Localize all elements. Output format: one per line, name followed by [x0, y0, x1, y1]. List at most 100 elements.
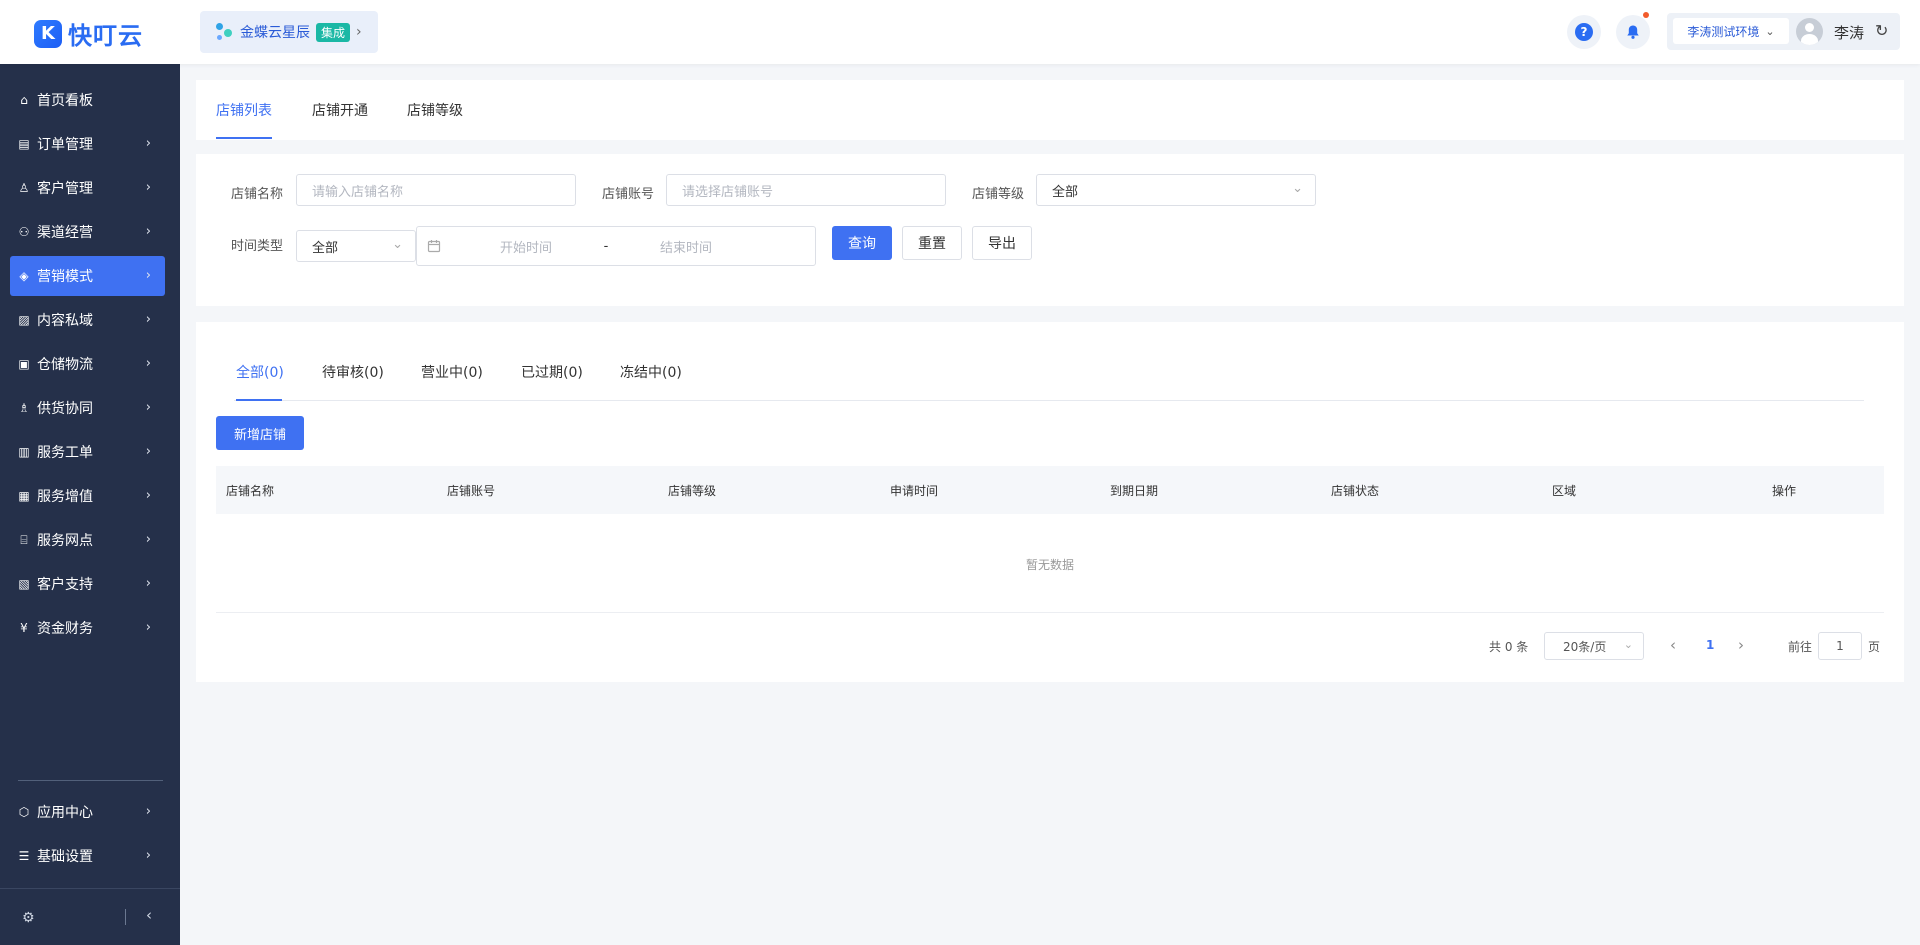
store-level-select[interactable]: 全部 ⌄ [1036, 174, 1316, 206]
status-tab-all[interactable]: 全部(0) [236, 362, 284, 382]
goto-page-input[interactable]: 1 [1818, 632, 1862, 660]
sliders-icon: ☰ [18, 849, 30, 863]
footer-divider [125, 909, 126, 925]
store-account-select[interactable]: 请选择店铺账号 [666, 174, 946, 206]
goto-page-value: 1 [1836, 639, 1844, 653]
sidebar-item[interactable]: ♗ 供货协同 › [10, 388, 165, 428]
total-count: 共 0 条 [1489, 640, 1529, 654]
sidebar-divider [18, 780, 163, 781]
store-icon: ⌸ [20, 532, 28, 547]
calendar-icon [427, 240, 441, 253]
user-icon: ♙ [18, 181, 30, 195]
store-name-placeholder: 请输入店铺名称 [312, 184, 404, 200]
active-status-underline [236, 399, 282, 401]
settings-icon[interactable]: ⚙ [22, 910, 35, 926]
chevron-right-icon: › [145, 400, 151, 415]
environment-select[interactable]: 李涛测试环境 ⌄ [1673, 18, 1789, 44]
page-size-value: 20条/页 [1563, 639, 1607, 654]
time-type-select[interactable]: 全部 ⌄ [296, 230, 416, 262]
sidebar-item[interactable]: ▧ 客户支持 › [10, 564, 165, 604]
collapse-sidebar-icon[interactable]: ‹ [146, 906, 152, 924]
chevron-right-icon: › [145, 180, 151, 195]
sidebar-item[interactable]: ♙ 客户管理 › [10, 168, 165, 208]
column-header: 到期日期 [1110, 484, 1159, 498]
chevron-right-icon: › [145, 224, 151, 239]
sidebar-item[interactable]: ▦ 服务增值 › [10, 476, 165, 516]
chevron-right-icon: › [145, 576, 151, 591]
column-header: 店铺等级 [668, 484, 717, 498]
sidebar-item[interactable]: ▨ 内容私域 › [10, 300, 165, 340]
sidebar-item-label: 服务网点 [37, 533, 93, 549]
current-page-number[interactable]: 1 [1706, 638, 1714, 652]
store-list-panel: 全部(0) 待审核(0) 营业中(0) 已过期(0) 冻结中(0) 新增店铺 店… [196, 322, 1904, 682]
chevron-right-icon: › [145, 532, 151, 547]
sidebar-item[interactable]: ⬡ 应用中心 › [10, 792, 165, 832]
store-name-input[interactable]: 请输入店铺名称 [296, 174, 576, 206]
column-header: 店铺名称 [226, 484, 275, 498]
start-time-input[interactable]: 开始时间 [471, 237, 581, 256]
integration-badge: 集成 [316, 22, 351, 42]
sidebar-item-label: 资金财务 [37, 621, 93, 637]
add-store-button[interactable]: 新增店铺 [216, 416, 304, 450]
prev-page-icon[interactable]: ‹ [1670, 636, 1676, 654]
store-name-label: 店铺名称 [231, 187, 284, 202]
logo-text: 快叮云 [68, 22, 143, 50]
user-name[interactable]: 李涛 [1834, 22, 1864, 43]
sidebar-item-label: 订单管理 [37, 137, 93, 153]
reset-button[interactable]: 重置 [902, 226, 962, 260]
refresh-icon[interactable]: ↻ [1875, 21, 1888, 40]
query-button[interactable]: 查询 [832, 226, 892, 260]
question-icon: ? [1575, 23, 1593, 41]
sidebar-item[interactable]: ▥ 服务工单 › [10, 432, 165, 472]
sidebar-item[interactable]: ◈ 营销模式 › [10, 256, 165, 296]
sidebar-item-label: 首页看板 [37, 93, 93, 109]
export-button[interactable]: 导出 [972, 226, 1032, 260]
logo[interactable]: K 快叮云 [34, 16, 143, 51]
page-size-select[interactable]: 20条/页 ⌄ [1544, 632, 1644, 660]
sidebar-item-label: 内容私域 [37, 313, 93, 329]
sidebar-item[interactable]: ⚇ 渠道经营 › [10, 212, 165, 252]
sidebar-item-label: 供货协同 [37, 401, 93, 417]
chevron-right-icon: › [145, 356, 151, 371]
chevron-right-icon: › [145, 848, 151, 863]
sidebar-item[interactable]: ☰ 基础设置 › [10, 836, 165, 876]
end-time-input[interactable]: 结束时间 [631, 237, 741, 256]
help-button[interactable]: ? [1567, 15, 1601, 49]
sidebar-item-label: 应用中心 [37, 805, 93, 821]
sidebar-item[interactable]: ¥ 资金财务 › [10, 608, 165, 648]
status-tab-open[interactable]: 营业中(0) [421, 362, 483, 382]
tab-store-level[interactable]: 店铺等级 [407, 100, 463, 120]
sidebar-item[interactable]: ▣ 仓储物流 › [10, 344, 165, 384]
chevron-right-icon: › [145, 804, 151, 819]
date-range-picker[interactable]: 开始时间 - 结束时间 [416, 226, 816, 266]
avatar[interactable] [1796, 18, 1823, 45]
sidebar-item[interactable]: ⌸ 服务网点 › [10, 520, 165, 560]
notification-button[interactable] [1616, 12, 1650, 49]
integration-label: 金蝶云星辰 [240, 25, 310, 41]
ticket-icon: ▥ [18, 445, 30, 459]
box-icon: ▣ [18, 357, 30, 371]
tab-store-open[interactable]: 店铺开通 [312, 100, 368, 120]
chevron-right-icon: › [145, 620, 151, 635]
chevron-right-icon: › [145, 488, 151, 503]
chevron-right-icon: › [145, 444, 151, 459]
logo-mark-icon: K [34, 19, 62, 48]
goto-label: 前往 [1788, 640, 1813, 654]
status-tabs-divider [234, 400, 1864, 401]
store-level-value: 全部 [1052, 184, 1079, 200]
tab-store-list[interactable]: 店铺列表 [216, 100, 272, 120]
status-tab-frozen[interactable]: 冻结中(0) [620, 362, 682, 382]
sidebar-item-label: 客户支持 [37, 577, 93, 593]
user-area: 李涛测试环境 ⌄ 李涛 ↻ [1667, 13, 1900, 50]
integration-switcher[interactable]: 金蝶云星辰 集成 › [200, 11, 378, 53]
next-page-icon[interactable]: › [1738, 636, 1744, 654]
sidebar-item[interactable]: ▤ 订单管理 › [10, 124, 165, 164]
home-icon: ⌂ [20, 93, 28, 107]
tag-icon: ◈ [19, 269, 29, 283]
time-type-label: 时间类型 [231, 239, 284, 254]
status-tab-pending[interactable]: 待审核(0) [322, 362, 384, 382]
status-tab-expired[interactable]: 已过期(0) [521, 362, 583, 382]
bell-icon [1627, 25, 1639, 39]
sidebar-item[interactable]: ⌂ 首页看板 [10, 80, 165, 120]
chevron-right-icon: › [145, 312, 151, 327]
